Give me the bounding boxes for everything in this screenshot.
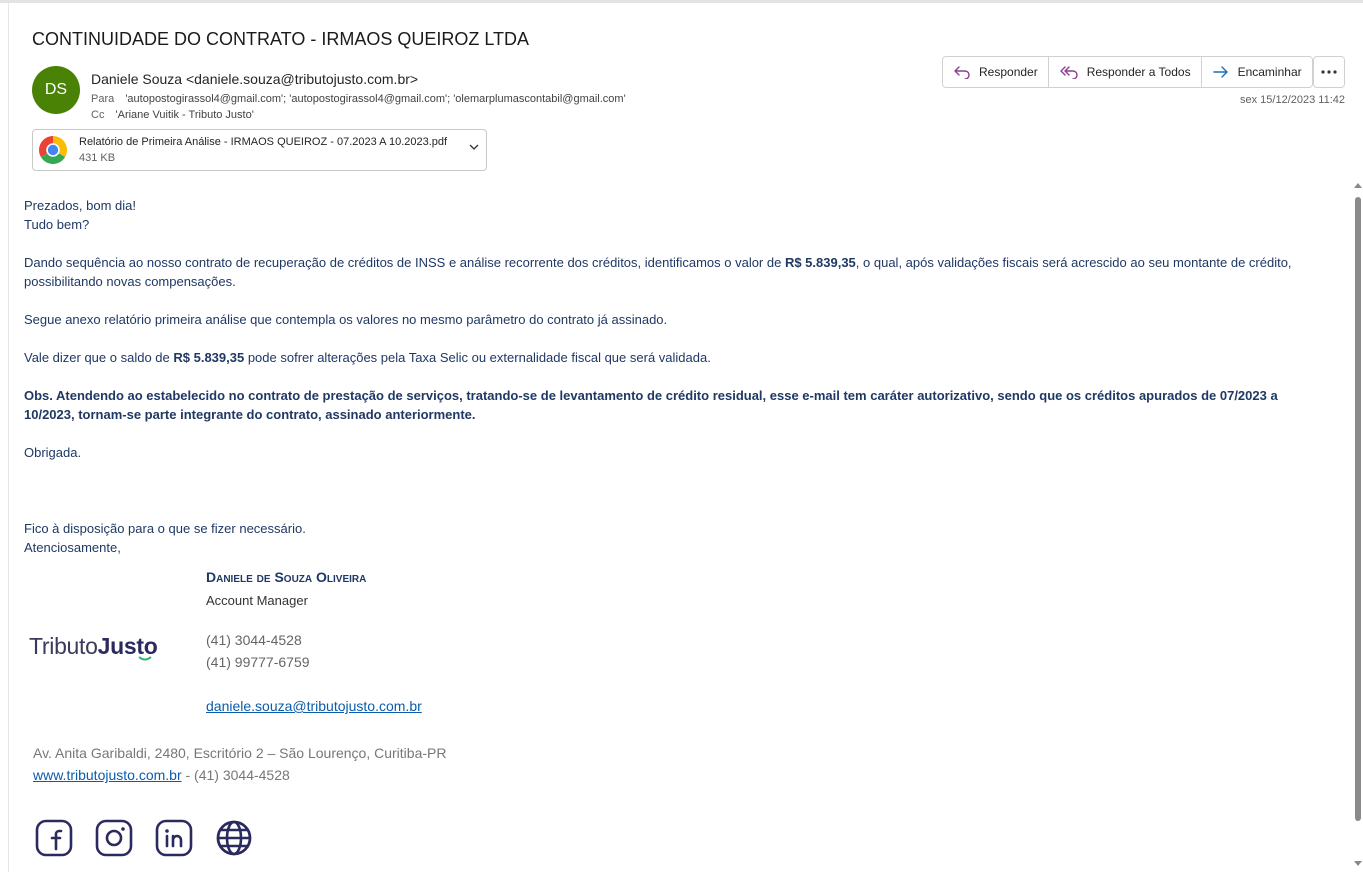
linkedin-icon[interactable] [155,819,193,857]
cc-row: Cc 'Ariane Vuitik - Tributo Justo' [91,109,254,121]
site-phone: - (41) 3044-4528 [181,767,290,783]
signature-address: Av. Anita Garibaldi, 2480, Escritório 2 … [33,745,447,761]
signature-phone-2: (41) 99777-6759 [206,654,310,670]
body-paragraph-1: Dando sequência ao nosso contrato de rec… [24,255,1292,289]
chrome-icon [39,136,67,164]
reply-all-button[interactable]: Responder a Todos [1049,57,1202,87]
email-body: Prezados, bom dia! Tudo bem? Dando sequê… [24,196,1329,557]
facebook-icon[interactable] [35,819,73,857]
website-link[interactable]: www.tributojusto.com.br [33,767,182,783]
attachment-size: 431 KB [79,152,116,164]
pane-divider [8,3,9,872]
reply-label: Responder [979,65,1038,79]
observation-paragraph: Obs. Atendendo ao estabelecido no contra… [24,388,1278,422]
body-paragraph-2: Segue anexo relatório primeira análise q… [24,312,668,327]
instagram-icon[interactable] [95,819,133,857]
window-top-border [0,0,1363,3]
greeting-2: Tudo bem? [24,217,90,232]
reply-button[interactable]: Responder [943,57,1049,87]
signature-phone-1: (41) 3044-4528 [206,632,302,648]
globe-icon[interactable] [215,819,253,857]
scroll-up-arrow-icon[interactable] [1354,182,1362,188]
email-date: sex 15/12/2023 11:42 [1240,94,1345,106]
sender-avatar[interactable]: DS [32,66,80,114]
signature-role: Account Manager [206,593,308,608]
credit-value: R$ 5.839,35 [784,255,856,270]
reply-actions: Responder Responder a Todos Encaminhar [942,56,1313,88]
to-row: Para 'autopostogirassol4@gmail.com'; 'au… [91,93,626,105]
forward-label: Encaminhar [1237,65,1302,79]
to-label: Para [91,93,115,105]
thanks-text: Obrigada. [24,445,82,460]
signature-site-row: www.tributojusto.com.br - (41) 3044-4528 [33,767,290,783]
to-recipients[interactable]: 'autopostogirassol4@gmail.com'; 'autopos… [125,93,625,105]
closing-regards: Atenciosamente, [24,540,121,555]
attachment-name: Relatório de Primeira Análise - IRMAOS Q… [79,136,448,148]
reply-all-label: Responder a Todos [1086,65,1191,79]
greeting: Prezados, bom dia! [24,198,137,213]
balance-value: R$ 5.839,35 [173,350,245,365]
signature-name: Daniele de Souza Oliveira [206,569,367,585]
signature-email-link[interactable]: daniele.souza@tributojusto.com.br [206,698,422,714]
email-subject: CONTINUIDADE DO CONTRATO - IRMAOS QUEIRO… [32,29,530,49]
forward-arrow-icon [1212,66,1228,78]
cc-recipients[interactable]: 'Ariane Vuitik - Tributo Justo' [116,109,254,121]
scroll-down-arrow-icon[interactable] [1354,861,1362,867]
reply-all-icon [1060,66,1078,79]
chevron-down-icon[interactable] [469,144,479,151]
reply-icon [954,66,970,79]
body-paragraph-3: Vale dizer que o saldo de R$ 5.839,35 po… [24,350,711,365]
attachment-card[interactable]: Relatório de Primeira Análise - IRMAOS Q… [32,129,487,171]
vertical-scrollbar[interactable] [1353,181,1363,872]
cc-label: Cc [91,109,105,121]
more-actions-button[interactable] [1313,56,1345,88]
sender-name[interactable]: Daniele Souza <daniele.souza@tributojust… [91,71,418,87]
more-horizontal-icon [1321,70,1337,74]
forward-button[interactable]: Encaminhar [1202,57,1312,87]
scrollbar-thumb[interactable] [1355,197,1361,821]
closing-line: Fico à disposição para o que se fizer ne… [24,521,306,536]
logo-accent-mark [138,656,152,661]
